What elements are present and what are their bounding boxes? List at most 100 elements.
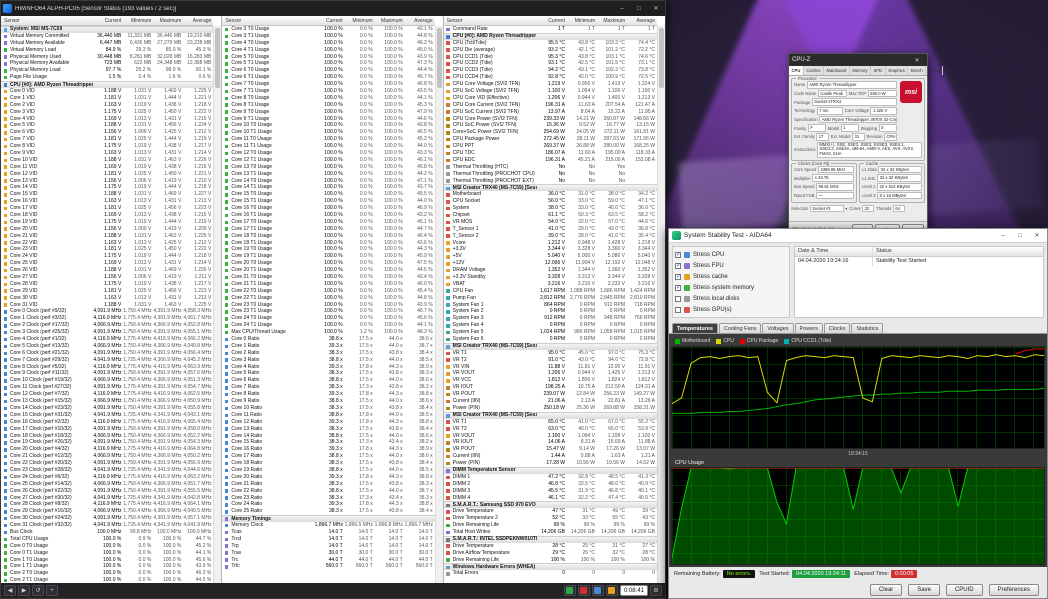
sensor-row[interactable]: Core 11 VID 1.169 V 1.019 V 1.438 V 1.21… <box>1 164 213 171</box>
sensor-row[interactable]: Core 28 Clock (perf #8/32) 4,116.9 MHz 1… <box>1 501 213 508</box>
sensor-row[interactable]: Core 16 VID 1.163 V 1.013 V 1.431 V 1.21… <box>1 198 213 205</box>
sensor-row[interactable]: Core 6 VID 1.156 V 1.006 V 1.425 V 1.212… <box>1 129 213 136</box>
aida64-titlebar[interactable]: System Stability Test - AIDA64 – □ ✕ <box>669 229 1047 243</box>
sensor-row[interactable]: Core 21 T0 Usage 100.0 % 0.0 % 100.0 % 4… <box>222 274 434 281</box>
sensor-row[interactable]: Pump Fan 2,812 RPM 2,776 RPM 2,845 RPM 2… <box>444 295 657 302</box>
sensor-row[interactable]: Current (IIN) 21.06 A 2.13 A 22.81 A 13.… <box>444 398 657 405</box>
sensor-row[interactable]: VBAT 3.216 V 3.216 V 3.232 V 3.216 V <box>444 281 657 288</box>
sensor-row[interactable]: Core 2 Ratio 38.3 x 17.5 x 43.8 x 38.4 x <box>222 350 434 357</box>
sensor-row[interactable]: Core 7 VID 1.181 V 1.025 V 1.444 V 1.219… <box>1 136 213 143</box>
sensor-row[interactable]: Core 24 VID 1.175 V 1.019 V 1.444 V 1.21… <box>1 253 213 260</box>
sensor-row[interactable]: Core 22 T1 Usage 100.0 % 0.0 % 100.0 % 4… <box>222 295 434 302</box>
sensor-row[interactable]: DIMM 2 46.8 °C 32.5 °C 48.0 °C 40.9 °C <box>444 481 657 488</box>
socket-select[interactable]: Socket #1 <box>809 204 844 213</box>
sensor-row[interactable]: +3.3V 3.344 V 3.328 V 3.360 V 3.344 V <box>444 246 657 254</box>
scrollbar-thumb[interactable] <box>436 28 442 88</box>
sensor-row[interactable]: System 38.0 °C 33.0 °C 40.0 °C 36.0 °C <box>444 205 657 212</box>
sensor-row[interactable]: VR MOS 54.0 °C 32.0 °C 57.0 °C 44.6 °C <box>444 219 657 226</box>
sensor-row[interactable]: Core 4 Ratio 39.3 x 17.8 x 44.3 x 38.9 x <box>222 364 434 371</box>
sensor-row[interactable]: Trcd 14.0 T 14.0 T 14.0 T 14.0 T <box>222 536 434 543</box>
sensor-row[interactable]: Core 30 VID 1.163 V 1.013 V 1.431 V 1.21… <box>1 295 213 302</box>
logging-stop-button[interactable] <box>577 585 590 596</box>
aida64-tab[interactable]: Cooling Fans <box>718 323 762 333</box>
sensor-row[interactable]: Chipset 61.1 °C 50.3 °C 63.5 °C 58.2 °C <box>444 212 657 219</box>
sensor-row[interactable]: Core 8 T1 Usage 100.0 % 0.0 % 100.0 % 45… <box>222 102 434 109</box>
sensor-row[interactable]: Core 23 Clock (perf #28/32) 4,041.9 MHz … <box>1 467 213 474</box>
aida64-tab[interactable]: Powers <box>794 323 823 333</box>
sensor-row[interactable]: Core 25 Clock (perf #14/32) 4,066.9 MHz … <box>1 481 213 488</box>
cpuz-tab[interactable]: Caches <box>804 66 825 75</box>
sensor-row[interactable]: Core 15 VID 1.188 V 1.031 V 1.469 V 1.22… <box>1 191 213 198</box>
sensor-row[interactable]: Power (PIN) 250.18 W 25.36 W 269.88 W 15… <box>444 405 657 412</box>
sensor-row[interactable]: Core 12 T1 Usage 100.0 % 0.0 % 100.0 % 4… <box>222 157 434 164</box>
footer-button[interactable]: Clear <box>869 583 903 596</box>
sensor-row[interactable]: CPU CCD3 (Tdie) 94.2 °C 43.1 °C 102.3 °C… <box>444 67 657 74</box>
sensor-row[interactable]: Core 0 T0 Usage 100.0 % 0.0 % 100.0 % 45… <box>1 543 213 550</box>
sensor-row[interactable]: Core 8 Clock (perf #5/32) 4,116.9 MHz 1,… <box>1 364 213 371</box>
checkbox[interactable] <box>675 295 681 302</box>
sensor-row[interactable]: Core 24 Clock (perf #6/32) 4,116.9 MHz 1… <box>1 474 213 481</box>
sensor-row[interactable]: Core 29 VID 1.181 V 1.025 V 1.456 V 1.22… <box>1 288 213 295</box>
stress-option[interactable]: Stress system memory <box>675 282 787 293</box>
sensor-row[interactable]: System Fan 1 864 RPM 0 RPM 912 RPM 718 R… <box>444 302 657 309</box>
settings-button[interactable]: ⚙ <box>650 585 662 596</box>
sensor-row[interactable]: CPU CCD1 (Tdie) 95.3 °C 43.8 °C 103.1 °C… <box>444 54 657 61</box>
sensor-row[interactable]: Core+SoC Power (SVI2 TFN) 254.69 W 24.05… <box>444 129 657 136</box>
hwinfo-titlebar[interactable]: HWiNFO64 ALPH-PC05 [Sensor Status (193 v… <box>1 1 665 16</box>
sensor-row[interactable]: System Fan 6 0 RPM 0 RPM 0 RPM 0 RPM <box>444 336 657 343</box>
checkbox[interactable] <box>675 262 681 269</box>
sensor-row[interactable]: CPU Fan 1,617 RPM 1,088 RPM 1,686 RPM 1,… <box>444 288 657 295</box>
sensor-row[interactable]: CPU TDC 186.07 A 11.60 A 195.00 A 118.33… <box>444 150 657 157</box>
sensor-row[interactable]: Max CPU/Thread Usage 100.0 % 1.2 % 100.0… <box>222 329 434 336</box>
sensor-row[interactable]: CPU SoC Power (SVI2 TFN) 15.36 W 9.52 W … <box>444 122 657 129</box>
sensor-row[interactable]: +12V 12.096 V 11.904 V 12.192 V 12.048 V <box>444 260 657 267</box>
sensor-row[interactable]: Core 9 Ratio 38.8 x 17.5 x 44.0 x 38.6 x <box>222 398 434 405</box>
cpuz-tab[interactable]: Memory <box>850 66 871 75</box>
sensor-row[interactable]: Core 6 Ratio 38.8 x 17.5 x 44.0 x 38.6 x <box>222 377 434 384</box>
sensor-row[interactable]: DIMM 1 47.2 °C 32.8 °C 48.5 °C 41.3 °C <box>444 474 657 481</box>
scrollbar[interactable] <box>434 26 443 583</box>
sensor-row[interactable]: Core 3 Clock (perf #25/32) 4,091.9 MHz 1… <box>1 329 213 336</box>
sensor-row[interactable]: Core 15 Clock (perf #31/32) 4,041.9 MHz … <box>1 412 213 419</box>
sensor-row[interactable]: Core 9 T0 Usage 100.0 % 0.0 % 100.0 % 47… <box>222 109 434 116</box>
sensor-row[interactable]: Core 14 Clock (perf #23/32) 4,091.9 MHz … <box>1 405 213 412</box>
sensor-row[interactable]: Core 14 T1 Usage 100.0 % 0.0 % 100.0 % 4… <box>222 184 434 191</box>
sensor-row[interactable]: Core 13 T1 Usage 100.0 % 0.0 % 100.0 % 4… <box>222 171 434 178</box>
cpuz-tab[interactable]: Bench <box>908 66 927 75</box>
checkbox[interactable] <box>675 284 681 291</box>
sensor-row[interactable]: Core 27 VID 1.156 V 1.006 V 1.419 V 1.21… <box>1 274 213 281</box>
sensor-row[interactable]: Total Errors 0 0 0 0 <box>444 570 657 577</box>
sensor-row[interactable]: DRAM Voltage 1.352 V 1.344 V 1.360 V 1.3… <box>444 267 657 274</box>
sensor-row[interactable]: Core 2 T0 Usage 100.0 % 0.0 % 100.0 % 46… <box>1 570 213 577</box>
cpuz-tab[interactable]: About <box>926 66 944 75</box>
sensor-row[interactable]: Core 17 Clock (perf #10/32) 4,091.9 MHz … <box>1 426 213 433</box>
sensor-row[interactable]: Core 26 VID 1.188 V 1.031 V 1.469 V 1.22… <box>1 267 213 274</box>
sensor-row[interactable]: Core 22 T0 Usage 100.0 % 0.0 % 100.0 % 4… <box>222 288 434 295</box>
sensor-row[interactable]: Drive Airflow Temperature 29 °C 26 °C 32… <box>444 550 657 557</box>
sensor-row[interactable]: VR VCC 1.812 V 1.800 V 1.824 V 1.812 V <box>444 377 657 384</box>
sensor-row[interactable]: Core 20 Clock (perf #4/32) 4,116.9 MHz 1… <box>1 446 213 453</box>
sensor-row[interactable]: Core 8 Ratio 39.3 x 17.8 x 44.3 x 38.8 x <box>222 391 434 398</box>
sensor-row[interactable]: CPU EDC 196.31 A 45.21 A 215.00 A 152.08… <box>444 157 657 164</box>
scrollbar[interactable] <box>656 26 665 583</box>
sensor-row[interactable]: Command Rate 1 T 1 T 1 T 1 T <box>444 26 657 33</box>
sensor-row[interactable]: Core 11 T1 Usage 100.0 % 0.0 % 100.0 % 4… <box>222 143 434 150</box>
sensor-row[interactable]: Core 27 Clock (perf #30/32) 4,041.9 MHz … <box>1 495 213 502</box>
sensor-row[interactable]: Core 22 VID 1.163 V 1.013 V 1.425 V 1.21… <box>1 240 213 247</box>
checkbox[interactable] <box>675 273 681 280</box>
sensor-row[interactable]: CPU Core VID (Effective) 1.206 V 0.944 V… <box>444 95 657 102</box>
sensor-row[interactable]: Core 16 Clock (perf #2/32) 4,116.9 MHz 1… <box>1 419 213 426</box>
sensor-row[interactable]: CPU PPT 269.37 W 26.88 W 280.00 W 168.25… <box>444 143 657 150</box>
sensor-row[interactable]: Core 15 T1 Usage 100.0 % 0.0 % 100.0 % 4… <box>222 198 434 205</box>
minimize-button[interactable]: – <box>996 229 1010 242</box>
sensor-row[interactable]: Core 9 VID 1.163 V 1.013 V 1.431 V 1.214… <box>1 150 213 157</box>
sensor-row[interactable]: +3.3V Standby 3.328 V 3.312 V 3.344 V 3.… <box>444 274 657 281</box>
sensor-row[interactable]: Core 8 T0 Usage 100.0 % 0.0 % 100.0 % 44… <box>222 95 434 102</box>
sensor-row[interactable]: System Fan 4 0 RPM 0 RPM 0 RPM 0 RPM <box>444 322 657 329</box>
sensor-row[interactable]: Core 14 VID 1.175 V 1.019 V 1.444 V 1.21… <box>1 184 213 191</box>
sensor-row[interactable]: S.M.A.R.T.: INTEL SSDPEKNW010T8 <box>443 535 657 543</box>
sensor-row[interactable]: Core 17 Ratio 38.8 x 17.5 x 44.0 x 38.6 … <box>222 453 434 460</box>
scroll-right-button[interactable]: ▶ <box>18 585 30 596</box>
sensor-row[interactable]: VR T2 91.0 °C 43.0 °C 94.0 °C 72.8 °C <box>444 357 657 364</box>
report-button[interactable] <box>605 585 618 596</box>
